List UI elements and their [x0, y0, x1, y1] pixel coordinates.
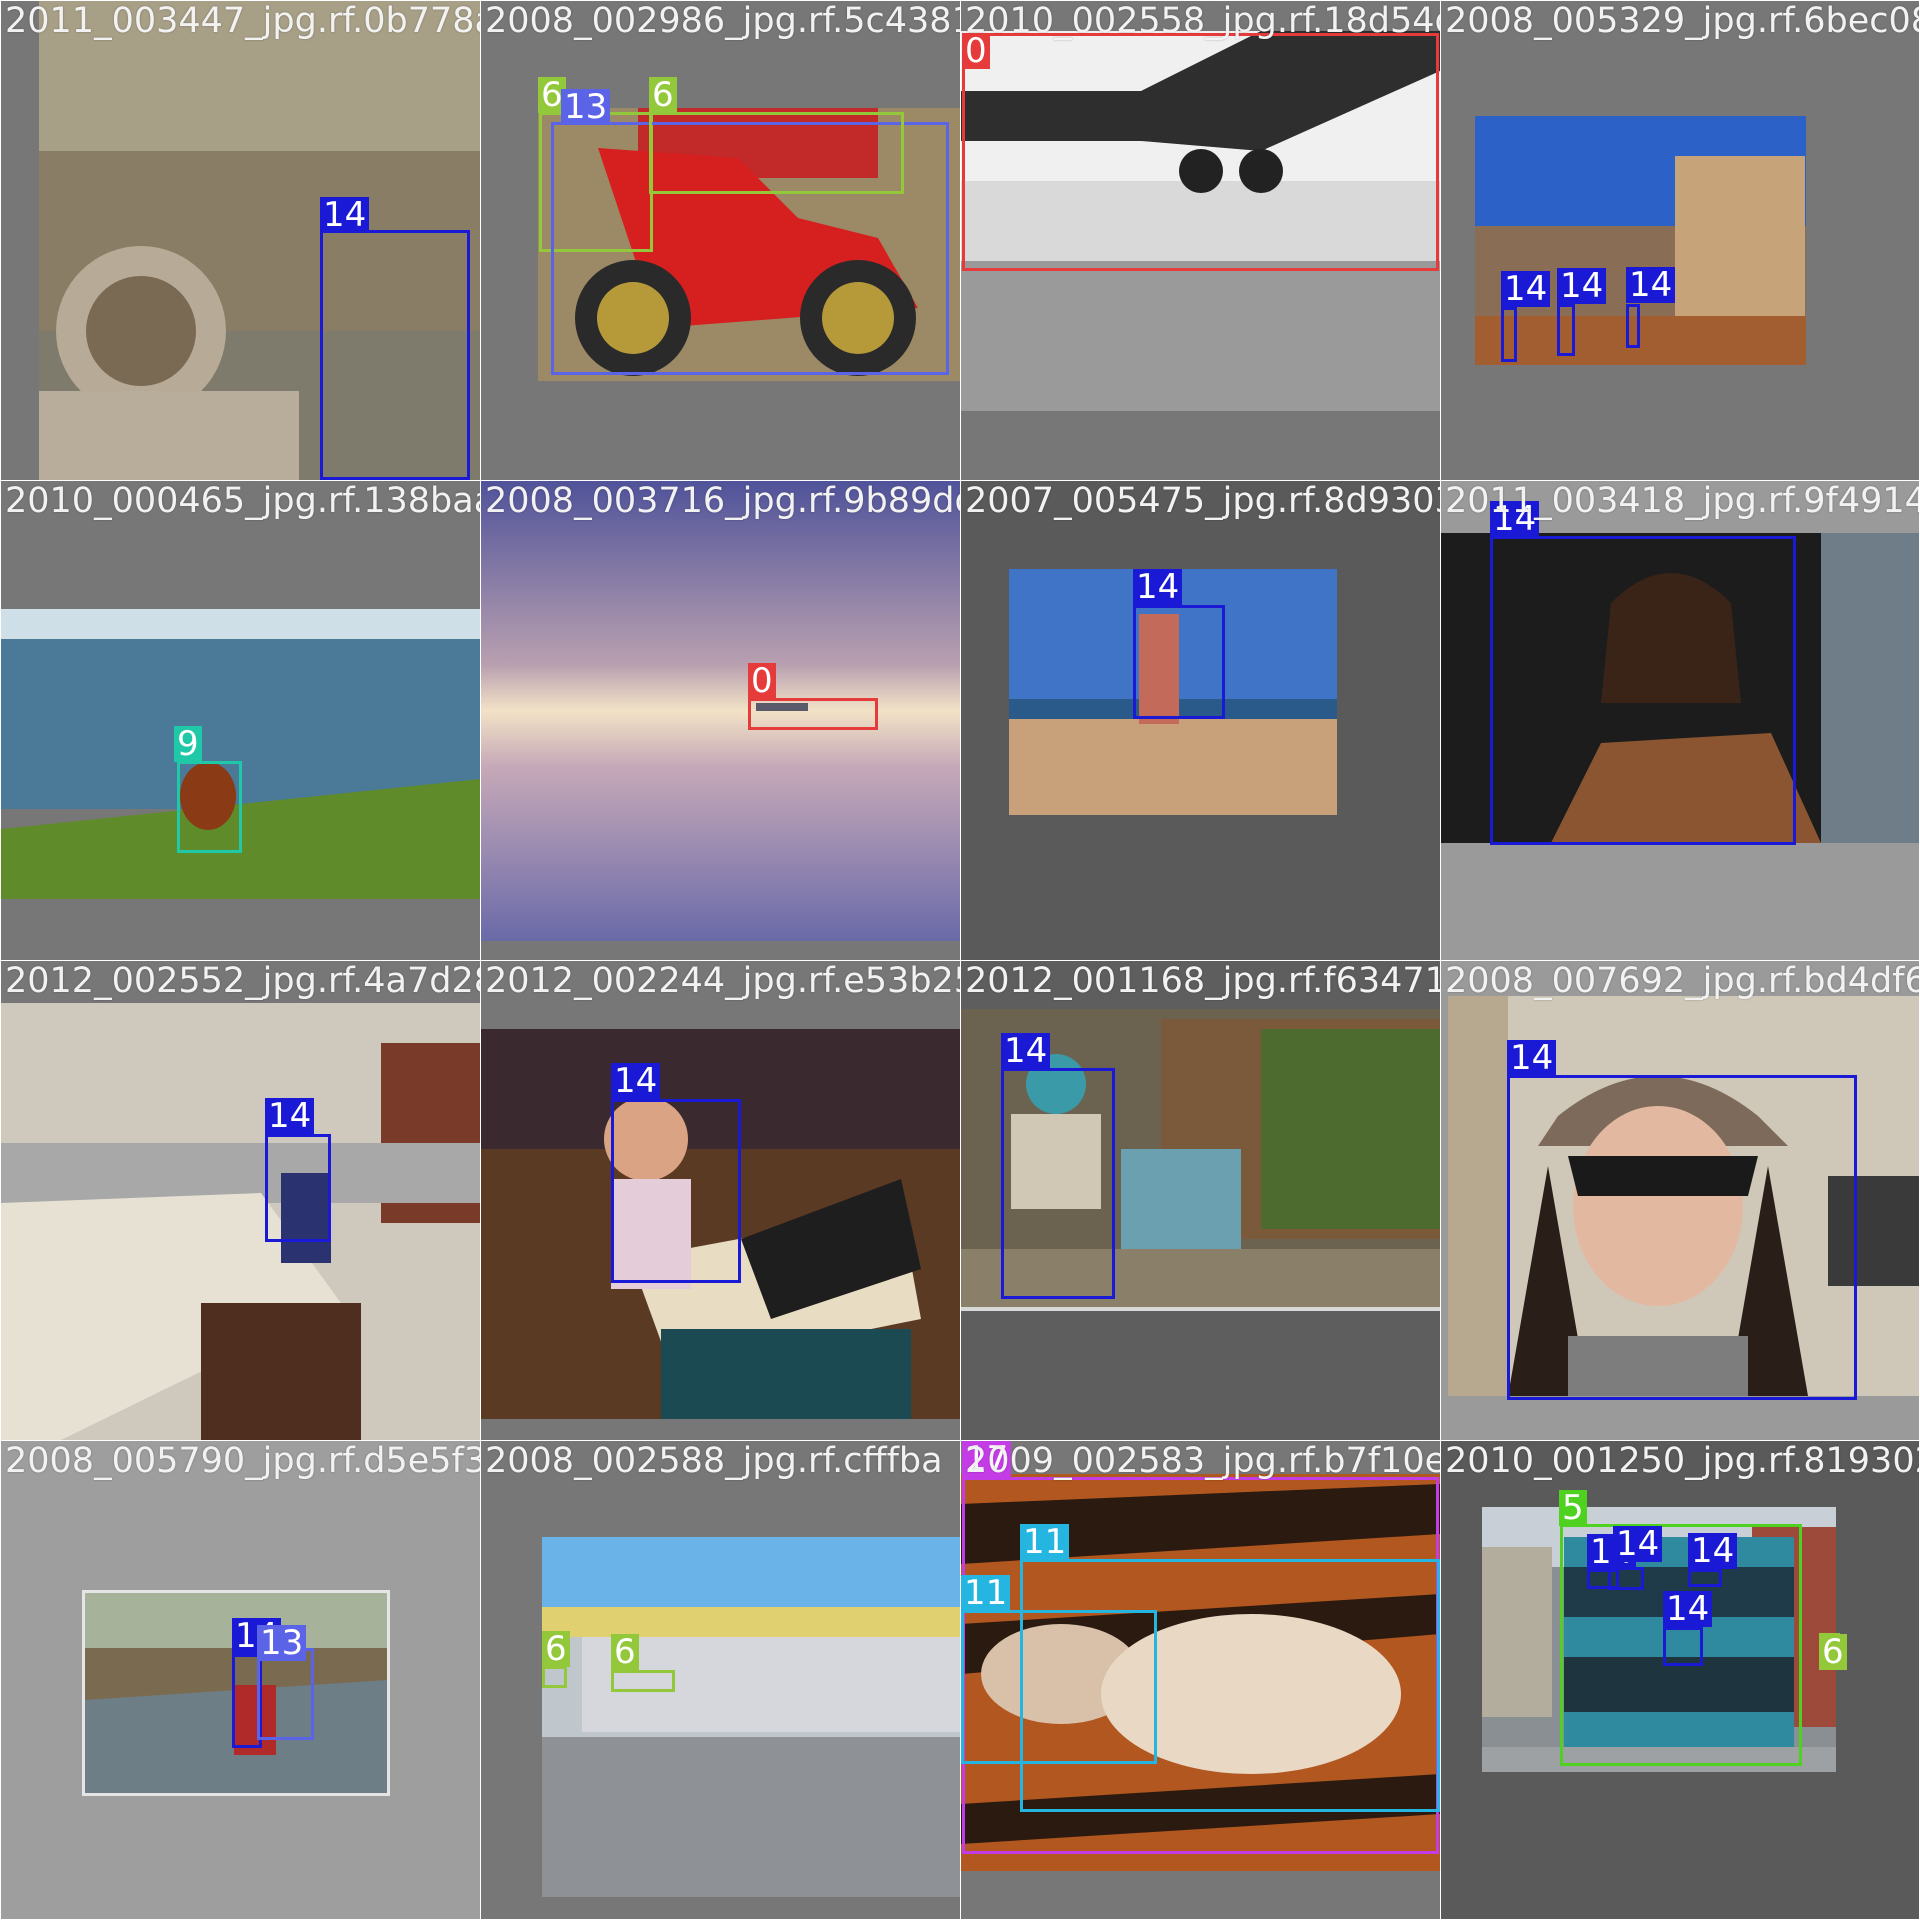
bounding-box [1001, 1068, 1115, 1299]
class-label: 5 [1559, 1490, 1587, 1526]
bounding-box [1663, 1627, 1703, 1666]
tile-filename: 2012_002552_jpg.rf.4a7d28 [5, 961, 480, 1001]
tile-filename: 2012_001168_jpg.rf.f63471 [965, 961, 1440, 1001]
tile-filename: 2008_002986_jpg.rf.5c4381 [485, 1, 960, 41]
mosaic-tile: 2010_001250_jpg.rf.819302 5 14 14 14 14 … [1441, 1441, 1919, 1919]
bounding-box [1557, 304, 1575, 356]
class-label: 14 [1626, 267, 1676, 303]
bounding-box [1490, 536, 1796, 845]
tile-filename: 2008_002588_jpg.rf.cfffba [485, 1441, 943, 1481]
class-label: 6 [649, 77, 677, 113]
mosaic-tile: 2008_002588_jpg.rf.cfffba 6 6 [481, 1441, 960, 1919]
bounding-box [961, 1610, 1157, 1764]
mosaic-tile: 2009_002583_jpg.rf.b7f10e 17 11 11 [961, 1441, 1440, 1919]
bounding-box [1133, 605, 1225, 719]
bounding-box [542, 1666, 567, 1688]
bounding-box [320, 230, 470, 480]
bounding-box [748, 698, 878, 730]
tile-filename: 2008_003716_jpg.rf.9b89dd [485, 481, 960, 521]
bounding-box [611, 1099, 741, 1283]
mosaic-tile: 2010_002558_jpg.rf.18d54d 0 [961, 1, 1440, 480]
tile-filename: 2008_007692_jpg.rf.bd4df6 [1445, 961, 1919, 1001]
tile-photo [1, 1003, 480, 1440]
tile-photo [542, 1537, 960, 1897]
tile-photo [481, 481, 960, 941]
class-label: 14 [265, 1098, 315, 1134]
bounding-box [177, 761, 242, 853]
mosaic-tile: 2012_001168_jpg.rf.f63471 14 [961, 961, 1440, 1440]
bounding-box [1501, 307, 1517, 362]
tile-filename: 2012_002244_jpg.rf.e53b25 [485, 961, 960, 1001]
tile-photo [1475, 116, 1806, 365]
tile-filename: 2009_002583_jpg.rf.b7f10e [965, 1441, 1440, 1481]
bounding-box [611, 1670, 675, 1692]
class-label: 14 [1001, 1033, 1051, 1069]
class-label: 14 [1507, 1040, 1557, 1076]
bounding-box [265, 1134, 331, 1242]
mosaic-tile: 2012_002244_jpg.rf.e53b25 14 [481, 961, 960, 1440]
mosaic-tile: 2011_003447_jpg.rf.0b778a 14 [1, 1, 480, 480]
class-label: 14 [1557, 268, 1607, 304]
bounding-box [962, 33, 1439, 271]
tile-filename: 2011_003418_jpg.rf.9f4914 [1445, 481, 1919, 521]
class-label: 11 [1020, 1524, 1070, 1560]
tile-filename: 2010_001250_jpg.rf.819302 [1445, 1441, 1919, 1481]
class-label: 14 [1688, 1533, 1738, 1569]
tile-filename: 2010_000465_jpg.rf.138baa [5, 481, 480, 521]
tile-photo [1, 609, 480, 899]
tile-filename: 2010_002558_jpg.rf.18d54d [965, 1, 1440, 41]
class-label: 0 [748, 663, 776, 699]
mosaic-tile: 2010_000465_jpg.rf.138baa 9 [1, 481, 480, 960]
class-label: 6 [542, 1631, 570, 1667]
class-label: 14 [1663, 1591, 1713, 1627]
mosaic-tile: 2012_002552_jpg.rf.4a7d28 14 [1, 961, 480, 1440]
class-label: 6 [1819, 1634, 1847, 1670]
class-label: 14 [1613, 1526, 1663, 1562]
class-label: 14 [611, 1063, 661, 1099]
class-label: 14 [320, 197, 370, 233]
mosaic-tile: 2011_003418_jpg.rf.9f4914 14 [1441, 481, 1919, 960]
bounding-box [1507, 1075, 1857, 1400]
class-label: 14 [1133, 569, 1183, 605]
tile-filename: 2008_005329_jpg.rf.6bec08 [1445, 1, 1919, 41]
detection-mosaic: 2011_003447_jpg.rf.0b778a 14 2008_002986… [0, 0, 1920, 1920]
class-label: 11 [961, 1575, 1011, 1611]
class-label: 6 [611, 1634, 639, 1670]
class-label: 13 [257, 1625, 307, 1661]
tile-filename: 2008_005790_jpg.rf.d5e5f3 [5, 1441, 480, 1481]
bounding-box [1688, 1569, 1722, 1587]
class-label: 13 [561, 89, 611, 125]
class-label: 9 [174, 726, 202, 762]
mosaic-tile: 2007_005475_jpg.rf.8d9303 14 [961, 481, 1440, 960]
tile-filename: 2007_005475_jpg.rf.8d9303 [965, 481, 1440, 521]
mosaic-tile: 2008_005790_jpg.rf.d5e5f3 14 13 [1, 1441, 480, 1919]
mosaic-tile: 2008_007692_jpg.rf.bd4df6 14 [1441, 961, 1919, 1440]
mosaic-tile: 2008_003716_jpg.rf.9b89dd 0 [481, 481, 960, 960]
mosaic-tile: 2008_005329_jpg.rf.6bec08 14 14 14 [1441, 1, 1919, 480]
class-label: 14 [1501, 271, 1551, 307]
mosaic-tile: 2008_002986_jpg.rf.5c4381 6 13 6 [481, 1, 960, 480]
bounding-box [1626, 304, 1640, 348]
tile-filename: 2011_003447_jpg.rf.0b778a [5, 1, 480, 41]
bounding-box [649, 112, 904, 194]
